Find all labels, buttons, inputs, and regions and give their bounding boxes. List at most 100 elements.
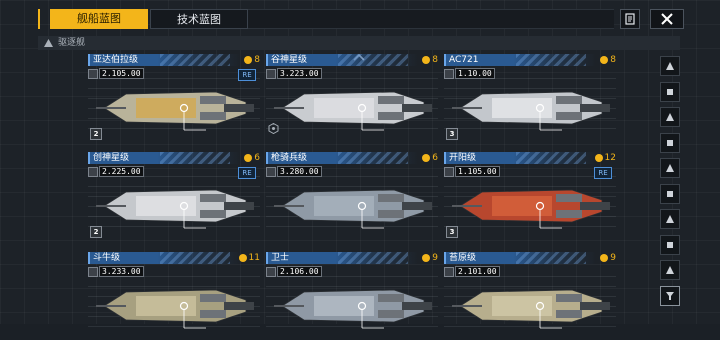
ship-stat: 3.280.00 <box>266 166 322 177</box>
side-nav-cruiser[interactable] <box>660 56 680 76</box>
stat-value: 2.106.00 <box>277 266 322 277</box>
ship-illustration <box>274 189 432 229</box>
cost-icon <box>238 254 247 262</box>
card-name-bar: 亚达伯拉级 <box>88 54 240 66</box>
stat-value: 2.105.00 <box>99 68 144 79</box>
cost-icon <box>600 254 609 262</box>
ship-module <box>200 210 226 218</box>
stat-icon <box>266 266 276 277</box>
ship-module <box>200 310 226 318</box>
ship-card[interactable]: AC721 8 1.10.00 3 <box>444 54 616 142</box>
ship-name: 开阳级 <box>449 153 477 163</box>
ship-card[interactable]: 谷神星级 8 3.223.00 <box>266 54 438 142</box>
side-nav-carrier[interactable] <box>660 81 680 102</box>
ship-card[interactable]: 创神星级 6 2.225.00 RE 2 <box>88 152 260 240</box>
ship-card[interactable]: 卫士 9 2.106.00 <box>266 252 438 340</box>
ship-card[interactable]: 苔原级 9 2.101.00 <box>444 252 616 340</box>
side-nav-dock[interactable] <box>660 260 680 280</box>
ship-stat: 2.106.00 <box>266 266 322 277</box>
ship-engine <box>224 302 254 310</box>
card-name-bar: 卫士 <box>266 252 418 264</box>
stat-value: 3.280.00 <box>277 166 322 177</box>
side-nav-corvette[interactable] <box>660 158 680 178</box>
cost: 6 <box>422 152 438 164</box>
cost: 9 <box>600 252 616 264</box>
cost-icon <box>244 154 253 162</box>
ship-engine <box>224 104 254 112</box>
cost: 6 <box>244 152 260 164</box>
cost: 8 <box>244 54 260 66</box>
cost-icon <box>600 56 609 64</box>
cost-value: 9 <box>432 253 438 263</box>
stat-value: 3.233.00 <box>99 266 144 277</box>
stat-value: 1.105.00 <box>455 166 500 177</box>
ship-illustration <box>274 91 432 131</box>
ship-stat: 2.225.00 <box>88 166 144 177</box>
close-icon <box>661 13 673 25</box>
cost: 12 <box>594 152 616 164</box>
side-nav-frigate[interactable] <box>660 107 680 127</box>
ship-name: 创神星级 <box>93 153 130 163</box>
tab-ship-blueprints[interactable]: 舰船蓝图 <box>50 9 148 29</box>
cost: 9 <box>422 252 438 264</box>
ship-card[interactable]: 斗牛级 11 3.233.00 <box>88 252 260 340</box>
ship-module <box>200 96 226 104</box>
top-bar: 舰船蓝图 技术蓝图 <box>0 0 720 34</box>
cost-value: 11 <box>248 253 260 263</box>
document-icon <box>625 13 635 25</box>
cost-value: 9 <box>610 253 616 263</box>
close-button[interactable] <box>650 9 684 29</box>
cost-icon <box>422 56 431 64</box>
auxiliary-icon <box>667 241 673 248</box>
ship-name: 卫士 <box>271 253 290 263</box>
card-name-bar: 枪骑兵级 <box>266 152 418 164</box>
ship-illustration <box>452 189 610 229</box>
side-nav-auxiliary[interactable] <box>660 234 680 255</box>
cruiser-icon <box>666 62 674 70</box>
level-badge: 3 <box>446 226 458 238</box>
ship-module <box>200 294 226 302</box>
side-nav-filter[interactable] <box>660 285 680 306</box>
ship-engine <box>580 104 610 112</box>
ship-type-nav <box>660 56 680 312</box>
ship-module <box>378 112 404 120</box>
dock-icon <box>666 266 674 274</box>
stat-icon <box>444 68 454 79</box>
card-name-bar: 谷神星级 <box>266 54 418 66</box>
stat-icon <box>88 266 98 277</box>
ship-stat: 3.233.00 <box>88 266 144 277</box>
support-icon <box>666 215 674 223</box>
filter-icon <box>666 291 674 300</box>
cost-value: 8 <box>432 55 438 65</box>
ship-name: 枪骑兵级 <box>271 153 308 163</box>
ship-stat: 2.101.00 <box>444 266 500 277</box>
level-badge: 2 <box>90 128 102 140</box>
stat-icon <box>88 68 98 79</box>
ship-illustration <box>452 289 610 329</box>
tab-strip <box>248 9 614 29</box>
ship-card[interactable]: 亚达伯拉级 8 2.105.00 RE 2 <box>88 54 260 142</box>
stat-icon <box>266 68 276 79</box>
ship-engine <box>402 202 432 210</box>
ship-module <box>556 310 582 318</box>
ship-module <box>378 96 404 104</box>
ship-module <box>200 112 226 120</box>
ship-module <box>378 294 404 302</box>
side-nav-battleship[interactable] <box>660 183 680 204</box>
card-name-bar: 创神星级 <box>88 152 240 164</box>
cost-icon <box>244 56 253 64</box>
tab-tech-blueprints[interactable]: 技术蓝图 <box>150 9 248 29</box>
card-name-bar: 苔原级 <box>444 252 596 264</box>
side-nav-support[interactable] <box>660 209 680 229</box>
ship-module <box>556 210 582 218</box>
cost-value: 6 <box>432 153 438 163</box>
stat-value: 2.225.00 <box>99 166 144 177</box>
ship-illustration <box>452 91 610 131</box>
side-nav-destroyer[interactable] <box>660 132 680 153</box>
ship-module <box>378 194 404 202</box>
ship-card[interactable]: 枪骑兵级 6 3.280.00 <box>266 152 438 240</box>
carrier-icon <box>667 88 673 95</box>
cost-value: 8 <box>254 55 260 65</box>
manual-button[interactable] <box>620 9 640 29</box>
ship-card[interactable]: 开阳级 12 1.105.00 RE 3 <box>444 152 616 240</box>
